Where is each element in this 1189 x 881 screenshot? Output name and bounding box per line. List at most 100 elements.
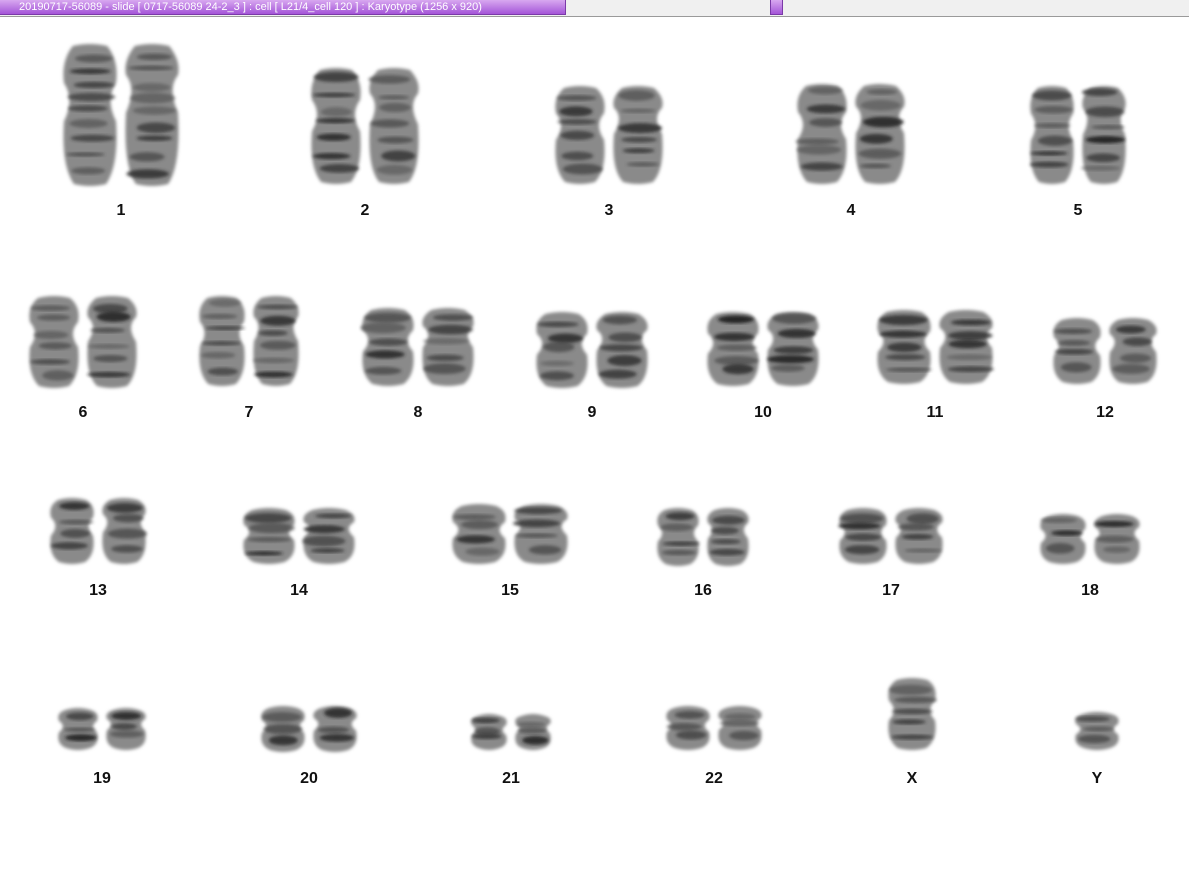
chromatid[interactable]	[261, 706, 305, 752]
chr-7-pair[interactable]	[195, 292, 303, 390]
chromatid[interactable]	[939, 310, 995, 384]
chromatid[interactable]	[58, 708, 98, 750]
chromatid[interactable]	[1053, 318, 1101, 384]
chr-Y-pair[interactable]	[1071, 708, 1123, 754]
chromatid[interactable]	[106, 708, 146, 750]
chromatid[interactable]	[555, 86, 605, 184]
chromatid[interactable]	[302, 508, 355, 564]
chromatid[interactable]	[125, 44, 179, 186]
chromatid[interactable]	[795, 84, 847, 184]
chromatid[interactable]	[422, 308, 474, 386]
chromatid[interactable]	[657, 508, 700, 566]
chromosome-band	[71, 167, 106, 175]
chromatid[interactable]	[29, 296, 79, 388]
chr-16-pair[interactable]	[653, 504, 753, 570]
chromosome-band	[364, 312, 411, 323]
chromosome-band	[370, 119, 410, 128]
chromatid[interactable]	[243, 508, 295, 564]
chr-10-pair[interactable]	[703, 308, 823, 390]
chromatid[interactable]	[102, 498, 148, 564]
karyotype-canvas: 1 2 3 4 5 6 7 8 9 10 11 12 13 14 15 16 17 18 19 20 21 22 X Y	[0, 17, 1189, 881]
chromatid[interactable]	[718, 706, 762, 750]
chromosome-band	[1045, 543, 1075, 554]
chromatid[interactable]	[63, 44, 117, 186]
chromatid[interactable]	[895, 508, 943, 564]
chromatid[interactable]	[471, 714, 507, 750]
chromatid[interactable]	[512, 504, 568, 564]
chr-19-pair[interactable]	[54, 704, 150, 754]
chromatid[interactable]	[360, 308, 414, 386]
chr-1-label: 1	[116, 202, 126, 219]
chromatid[interactable]	[613, 86, 663, 184]
chr-8-pair[interactable]	[358, 304, 478, 390]
chromatid[interactable]	[877, 310, 932, 384]
chr-2-pair[interactable]	[307, 64, 423, 188]
chromatid[interactable]	[1109, 318, 1157, 384]
chromatid[interactable]	[199, 296, 246, 386]
chromosome-band	[522, 735, 549, 745]
chromatid[interactable]	[888, 678, 937, 750]
chromatid[interactable]	[596, 312, 648, 388]
window-title-bar: 20190717-56089 - slide [ 0717-56089 24-2…	[0, 0, 1189, 17]
chromatid[interactable]	[86, 296, 137, 388]
chromosome-band	[111, 545, 143, 553]
chromatid[interactable]	[313, 706, 357, 752]
chr-12-pair[interactable]	[1049, 314, 1161, 388]
chromosome-band	[1060, 362, 1092, 373]
chromosome-band	[111, 723, 137, 730]
chromosome-band	[65, 734, 97, 742]
chr-13-pair[interactable]	[46, 494, 150, 568]
chromatid[interactable]	[707, 312, 759, 386]
chr-9-pair[interactable]	[532, 308, 652, 392]
chr-15-pair[interactable]	[448, 500, 572, 568]
chr-18-pair[interactable]	[1036, 510, 1144, 568]
chr-4-pair[interactable]	[793, 80, 909, 188]
chromosome-band	[607, 355, 642, 367]
chr-17-pair[interactable]	[835, 504, 947, 568]
chromatid[interactable]	[536, 312, 588, 388]
chr-6-image	[29, 296, 137, 388]
chr-16-image	[657, 508, 749, 566]
chr-5-pair[interactable]	[1026, 82, 1130, 188]
chr-22-pair[interactable]	[662, 702, 766, 754]
window-title-tab[interactable]: 20190717-56089 - slide [ 0717-56089 24-2…	[0, 0, 566, 15]
chromatid[interactable]	[767, 312, 819, 386]
chromatid[interactable]	[515, 714, 551, 750]
chromatid[interactable]	[1040, 514, 1086, 564]
chromosome-band	[69, 68, 111, 75]
chr-21-pair[interactable]	[467, 710, 555, 754]
chromosome-band	[626, 162, 660, 167]
chr-2-image	[311, 68, 419, 184]
secondary-tab[interactable]	[770, 0, 783, 15]
chr-5-label: 5	[1073, 202, 1083, 219]
chr-1-pair[interactable]	[59, 40, 183, 190]
chromatid[interactable]	[1094, 514, 1140, 564]
chromatid[interactable]	[368, 68, 419, 184]
chromosome-band	[136, 135, 173, 141]
chr-20-pair[interactable]	[257, 702, 361, 756]
chromosome-band	[33, 330, 69, 339]
chromatid[interactable]	[253, 296, 299, 386]
chr-6-pair[interactable]	[25, 292, 141, 392]
chromatid[interactable]	[707, 508, 749, 566]
chr-3-pair[interactable]	[551, 82, 667, 188]
chromatid[interactable]	[666, 706, 710, 750]
chromosome-band	[36, 314, 71, 321]
chromatid[interactable]	[311, 68, 361, 184]
chromatid[interactable]	[50, 498, 94, 564]
chr-17-image	[838, 508, 943, 564]
chr-11-pair[interactable]	[873, 306, 997, 388]
chr-14-pair[interactable]	[239, 504, 359, 568]
chr-X-pair[interactable]	[884, 674, 940, 754]
chromatid[interactable]	[838, 508, 887, 564]
chromosome-band	[561, 151, 594, 161]
chromatid[interactable]	[1080, 86, 1126, 184]
chromosome-band	[69, 119, 108, 128]
chromatid[interactable]	[855, 84, 905, 184]
chromosome-band	[63, 727, 96, 732]
chromosome-band	[379, 102, 411, 113]
chromosome-band	[381, 150, 416, 162]
chromatid[interactable]	[1029, 86, 1074, 184]
chromatid[interactable]	[1075, 712, 1119, 750]
chromatid[interactable]	[452, 504, 506, 564]
